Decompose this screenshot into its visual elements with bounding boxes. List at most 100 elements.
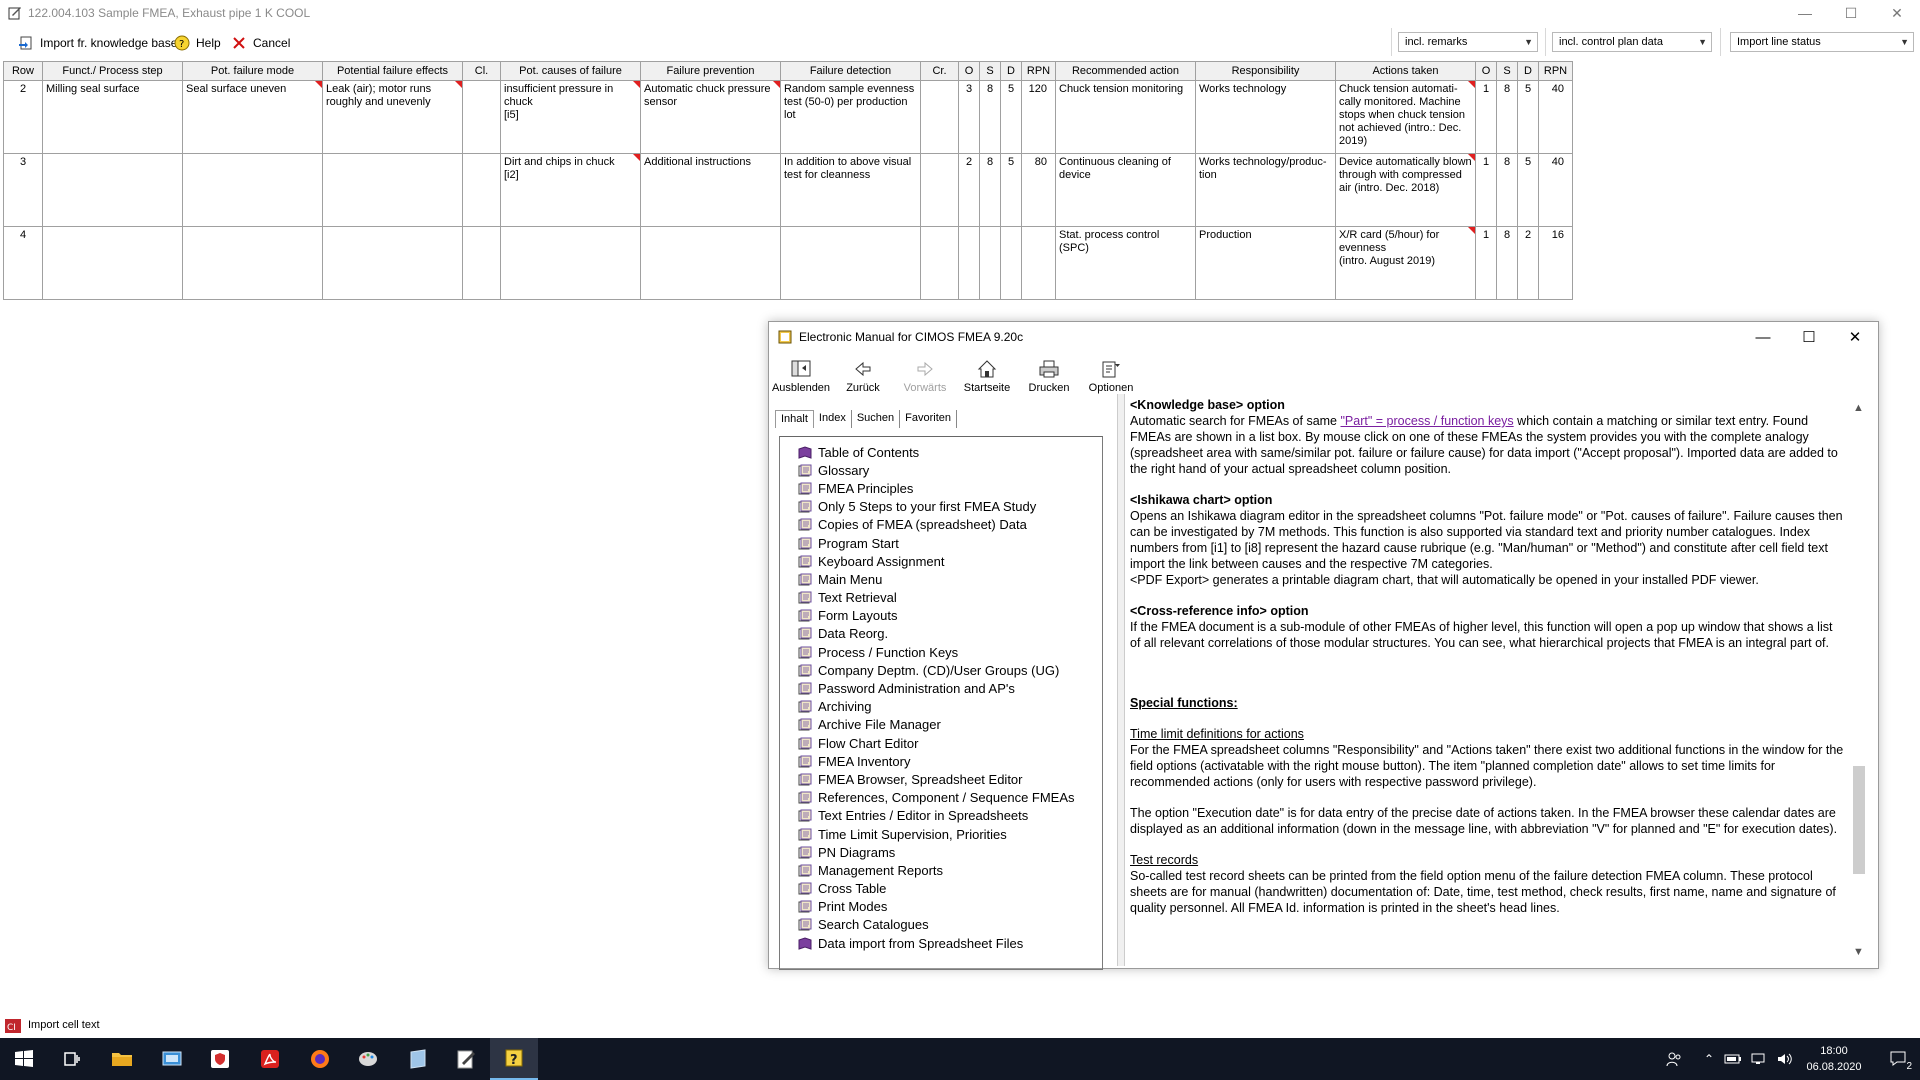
cell-s[interactable]: 8 xyxy=(979,80,1001,154)
toc-item[interactable]: Form Layouts xyxy=(798,607,1102,625)
toc-item[interactable]: Cross Table xyxy=(798,880,1102,898)
help-maximize-button[interactable]: ☐ xyxy=(1786,322,1832,352)
cell-detection[interactable]: Random sample evenness test (50-0) per p… xyxy=(780,80,921,154)
toc-item[interactable]: FMEA Browser, Spreadsheet Editor xyxy=(798,770,1102,788)
cell-d2[interactable]: 2 xyxy=(1517,226,1539,300)
column-header[interactable]: O xyxy=(1475,61,1497,81)
cell-d2[interactable]: 5 xyxy=(1517,153,1539,227)
cell-s[interactable]: 8 xyxy=(979,153,1001,227)
scroll-down-icon[interactable]: ▼ xyxy=(1853,944,1864,960)
toc-item[interactable]: Flow Chart Editor xyxy=(798,734,1102,752)
cell-o[interactable]: 2 xyxy=(958,153,980,227)
tab-index[interactable]: Index xyxy=(814,410,852,428)
battery-icon[interactable] xyxy=(1724,1052,1742,1066)
toc-item[interactable]: Print Modes xyxy=(798,898,1102,916)
tab-search[interactable]: Suchen xyxy=(852,410,901,428)
taskbar-help-manual[interactable]: ? xyxy=(490,1038,538,1080)
cell-rpn[interactable] xyxy=(1021,226,1056,300)
toc-item[interactable]: References, Component / Sequence FMEAs xyxy=(798,789,1102,807)
taskbar-fmea-app[interactable] xyxy=(442,1038,490,1080)
toc-item[interactable]: Text Entries / Editor in Spreadsheets xyxy=(798,807,1102,825)
task-view-button[interactable] xyxy=(48,1038,96,1080)
cell-d[interactable] xyxy=(1000,226,1022,300)
cell-mode[interactable] xyxy=(182,226,323,300)
cell-cl[interactable] xyxy=(462,153,501,227)
toc-item[interactable]: Process / Function Keys xyxy=(798,643,1102,661)
cell-cr[interactable] xyxy=(920,226,959,300)
toc-item[interactable]: Archive File Manager xyxy=(798,716,1102,734)
cell-effects[interactable]: Leak (air); motor runs roughly and uneve… xyxy=(322,80,463,154)
toc-item[interactable]: Management Reports xyxy=(798,861,1102,879)
column-header[interactable]: Pot. failure mode xyxy=(182,61,323,81)
column-header[interactable]: Failure prevention xyxy=(640,61,781,81)
cell-responsibility[interactable]: Production xyxy=(1195,226,1336,300)
cell-cr[interactable] xyxy=(920,80,959,154)
cell-taken[interactable]: X/R card (5/hour) for evenness (intro. A… xyxy=(1335,226,1476,300)
close-button[interactable]: ✕ xyxy=(1874,0,1920,26)
cell-s[interactable] xyxy=(979,226,1001,300)
minimize-button[interactable]: — xyxy=(1782,0,1828,26)
cell-mode[interactable]: Seal surface uneven xyxy=(182,80,323,154)
toc-item[interactable]: Data import from Spreadsheet Files xyxy=(798,934,1102,952)
toc-item[interactable]: Table of Contents xyxy=(798,443,1102,461)
import-knowledge-base-button[interactable]: Import fr. knowledge base xyxy=(18,33,177,53)
pane-splitter[interactable] xyxy=(1117,394,1125,966)
toc-item[interactable]: Program Start xyxy=(798,534,1102,552)
cell-prevention[interactable] xyxy=(640,226,781,300)
column-header[interactable]: O xyxy=(958,61,980,81)
cell-responsibility[interactable]: Works technology/produc-tion xyxy=(1195,153,1336,227)
toc-item[interactable]: Keyboard Assignment xyxy=(798,552,1102,570)
cell-s2[interactable]: 8 xyxy=(1496,80,1518,154)
cell-responsibility[interactable]: Works technology xyxy=(1195,80,1336,154)
cell-causes[interactable] xyxy=(500,226,641,300)
cell-rpn[interactable]: 120 xyxy=(1021,80,1056,154)
taskbar-paint[interactable] xyxy=(344,1038,392,1080)
cell-mode[interactable] xyxy=(182,153,323,227)
cell-s2[interactable]: 8 xyxy=(1496,153,1518,227)
toc-item[interactable]: Archiving xyxy=(798,698,1102,716)
help-button[interactable]: ? Help xyxy=(174,33,221,53)
cell-funct[interactable] xyxy=(42,153,183,227)
cell-taken[interactable]: Device automatically blown through with … xyxy=(1335,153,1476,227)
cell-o2[interactable]: 1 xyxy=(1475,153,1497,227)
help-close-button[interactable]: ✕ xyxy=(1832,322,1878,352)
cancel-button[interactable]: Cancel xyxy=(231,33,290,53)
cell-cl[interactable] xyxy=(462,226,501,300)
column-header[interactable]: S xyxy=(979,61,1001,81)
taskbar-firefox[interactable] xyxy=(296,1038,344,1080)
network-icon[interactable] xyxy=(1750,1052,1768,1066)
people-icon[interactable] xyxy=(1666,1051,1682,1067)
cell-o[interactable]: 3 xyxy=(958,80,980,154)
maximize-button[interactable]: ☐ xyxy=(1828,0,1874,26)
cell-prevention[interactable]: Automatic chuck pressure sensor xyxy=(640,80,781,154)
cell-s2[interactable]: 8 xyxy=(1496,226,1518,300)
column-header[interactable]: Funct./ Process step xyxy=(42,61,183,81)
toc-item[interactable]: Company Deptm. (CD)/User Groups (UG) xyxy=(798,661,1102,679)
cell-cl[interactable] xyxy=(462,80,501,154)
toc-item[interactable]: Password Administration and AP's xyxy=(798,679,1102,697)
cell-causes[interactable]: Dirt and chips in chuck [i2] xyxy=(500,153,641,227)
column-header[interactable]: Recommended action xyxy=(1055,61,1196,81)
cell-cr[interactable] xyxy=(920,153,959,227)
column-header[interactable]: Cl. xyxy=(462,61,501,81)
cell-detection[interactable] xyxy=(780,226,921,300)
column-header[interactable]: Actions taken xyxy=(1335,61,1476,81)
cell-funct[interactable]: Milling seal surface xyxy=(42,80,183,154)
cell-rpn2[interactable]: 40 xyxy=(1538,80,1573,154)
cell-recommended[interactable]: Stat. process control (SPC) xyxy=(1055,226,1196,300)
column-header[interactable]: Responsibility xyxy=(1195,61,1336,81)
cell-taken[interactable]: Chuck tension automati-cally monitored. … xyxy=(1335,80,1476,154)
column-header[interactable]: Cr. xyxy=(920,61,959,81)
taskbar-clock[interactable]: 18:00 06.08.2020 xyxy=(1794,1043,1874,1075)
column-header[interactable]: Row xyxy=(3,61,43,81)
cell-row[interactable]: 2 xyxy=(3,80,43,154)
cell-o2[interactable]: 1 xyxy=(1475,226,1497,300)
notification-center-button[interactable]: 2 xyxy=(1888,1048,1912,1072)
toc-item[interactable]: FMEA Principles xyxy=(798,479,1102,497)
taskbar-app-monitor[interactable] xyxy=(148,1038,196,1080)
cell-d2[interactable]: 5 xyxy=(1517,80,1539,154)
toc-item[interactable]: Copies of FMEA (spreadsheet) Data xyxy=(798,516,1102,534)
toc-item[interactable]: Main Menu xyxy=(798,570,1102,588)
column-header[interactable]: RPN xyxy=(1538,61,1573,81)
taskbar-notes[interactable] xyxy=(394,1038,442,1080)
